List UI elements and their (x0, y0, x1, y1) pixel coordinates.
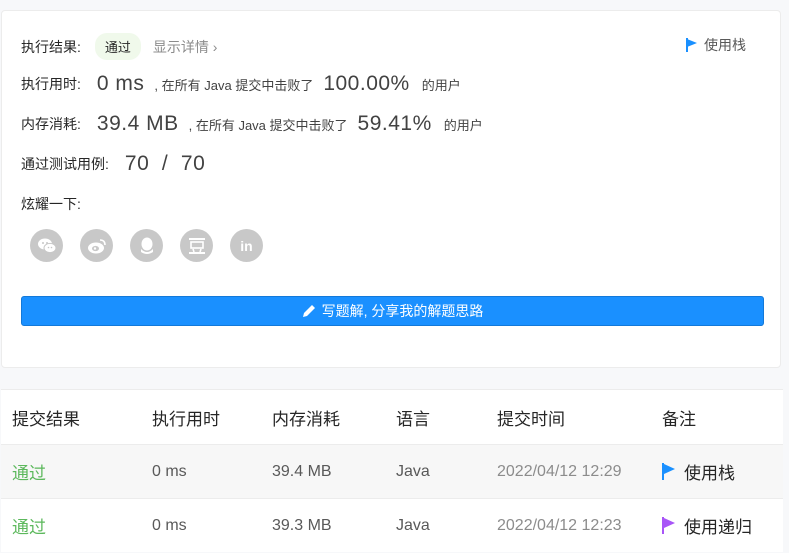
show-details-link[interactable]: 显示详情 › (153, 37, 218, 57)
row-language: Java (396, 462, 430, 480)
runtime-value: 0 ms (96, 72, 145, 95)
memory-row: 内存消耗: 39.4 MB , 在所有 Java 提交中击败了 59.41% 的… (21, 112, 483, 136)
row-note-label: 使用递归 (684, 518, 752, 537)
share-icon-group: in (30, 229, 280, 262)
result-status-badge: 通过 (94, 33, 141, 60)
result-row: 执行结果: 通过 显示详情 › (21, 33, 217, 60)
linkedin-icon[interactable]: in (230, 229, 263, 262)
row-language: Java (396, 516, 430, 534)
tests-label: 通过测试用例: (21, 156, 109, 172)
flag-icon (662, 463, 675, 480)
row-result-link[interactable]: 通过 (1, 513, 152, 538)
memory-users-text: 的用户 (443, 117, 483, 133)
memory-value: 39.4 MB (96, 112, 179, 135)
runtime-beat-text: , 在所有 Java 提交中击败了 (154, 77, 314, 93)
row-runtime: 0 ms (152, 462, 187, 480)
share-row: 炫耀一下: (21, 194, 81, 214)
runtime-percent: 100.00% (323, 72, 410, 95)
runtime-label: 执行用时: (21, 76, 81, 92)
row-memory: 39.4 MB (272, 462, 332, 480)
header-time: 提交时间 (497, 409, 565, 429)
stack-note-label: 使用栈 (704, 37, 746, 53)
pencil-icon (302, 305, 315, 317)
memory-percent: 59.41% (357, 112, 432, 135)
write-solution-label: 写题解, 分享我的解题思路 (321, 303, 484, 319)
header-language: 语言 (396, 409, 430, 429)
row-note-label: 使用栈 (684, 464, 735, 483)
memory-label: 内存消耗: (21, 116, 81, 132)
douban-icon[interactable] (180, 229, 213, 262)
row-time: 2022/04/12 12:23 (497, 516, 622, 534)
result-label: 执行结果: (21, 38, 81, 55)
row-time: 2022/04/12 12:29 (497, 462, 622, 480)
tests-value: 70 / 70 (124, 152, 206, 175)
row-note[interactable]: 使用递归 (662, 513, 782, 538)
qq-icon[interactable] (130, 229, 163, 262)
write-solution-button[interactable]: 写题解, 分享我的解题思路 (21, 296, 764, 326)
row-runtime: 0 ms (152, 516, 187, 534)
wechat-icon[interactable] (30, 229, 63, 262)
share-label: 炫耀一下: (21, 196, 81, 212)
header-runtime: 执行用时 (152, 409, 220, 429)
row-note[interactable]: 使用栈 (662, 459, 782, 484)
stack-note-link[interactable]: 使用栈 (686, 35, 746, 55)
row-result-link[interactable]: 通过 (1, 459, 152, 484)
table-row[interactable]: 通过 0 ms 39.4 MB Java 2022/04/12 12:29 使用… (1, 444, 783, 498)
tests-row: 通过测试用例: 70 / 70 (21, 152, 205, 176)
header-note: 备注 (662, 409, 696, 429)
header-memory: 内存消耗 (272, 409, 340, 429)
table-header: 提交结果 执行用时 内存消耗 语言 提交时间 备注 (1, 390, 783, 444)
header-result: 提交结果 (12, 409, 80, 429)
submissions-table: 提交结果 执行用时 内存消耗 语言 提交时间 备注 通过 0 ms 39.4 M… (1, 389, 783, 552)
table-row[interactable]: 通过 0 ms 39.3 MB Java 2022/04/12 12:23 使用… (1, 498, 783, 552)
flag-icon (662, 517, 675, 534)
runtime-row: 执行用时: 0 ms , 在所有 Java 提交中击败了 100.00% 的用户 (21, 72, 461, 96)
row-memory: 39.3 MB (272, 516, 332, 534)
memory-beat-text: , 在所有 Java 提交中击败了 (188, 117, 348, 133)
flag-icon (686, 38, 697, 52)
submission-summary-card: 执行结果: 通过 显示详情 › 使用栈 执行用时: 0 ms , 在所有 Jav… (1, 10, 781, 368)
weibo-icon[interactable] (80, 229, 113, 262)
runtime-users-text: 的用户 (421, 77, 461, 93)
